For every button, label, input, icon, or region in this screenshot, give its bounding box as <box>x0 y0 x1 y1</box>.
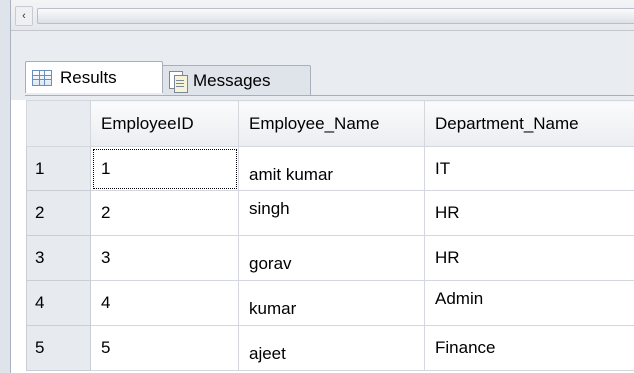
row-number[interactable]: 5 <box>26 325 91 371</box>
cell-text: Admin <box>435 289 484 308</box>
cell-text: ajeet <box>249 344 286 363</box>
table-row: 2 2 singh HR <box>26 190 634 236</box>
editor-left-edge <box>0 0 11 373</box>
tab-results-label: Results <box>60 67 117 87</box>
row-number[interactable]: 4 <box>26 280 91 326</box>
cell-employee-name[interactable]: kumar <box>238 280 425 326</box>
column-header-employee-name[interactable]: Employee_Name <box>238 100 425 147</box>
cell-employee-name[interactable]: ajeet <box>238 325 425 371</box>
tab-messages-label: Messages <box>193 70 271 90</box>
cell-employeeid[interactable]: 4 <box>90 280 239 326</box>
cell-text: kumar <box>249 299 297 318</box>
results-grid: EmployeeID Employee_Name Department_Name… <box>26 100 634 371</box>
cell-employeeid[interactable]: 3 <box>90 235 239 281</box>
horizontal-scrollbar[interactable]: ‹ <box>11 0 634 31</box>
cell-department-name[interactable]: IT <box>424 146 634 191</box>
tab-results[interactable]: Results <box>25 61 163 93</box>
grid-icon <box>32 69 52 86</box>
table-row: 3 3 gorav HR <box>26 235 634 281</box>
cell-employee-name[interactable]: gorav <box>238 235 425 281</box>
cell-employee-name[interactable]: amit kumar <box>238 146 425 191</box>
cell-employee-name[interactable]: singh <box>238 190 425 236</box>
cell-employeeid[interactable]: 5 <box>90 325 239 371</box>
cell-department-name[interactable]: HR <box>424 190 634 236</box>
result-tabs: Results Messages <box>11 31 634 100</box>
column-header-employeeid[interactable]: EmployeeID <box>90 100 239 147</box>
table-row: 4 4 kumar Admin <box>26 280 634 326</box>
scrollbar-thumb[interactable] <box>37 8 634 24</box>
grid-corner[interactable] <box>26 100 91 147</box>
cell-department-name[interactable]: Admin <box>424 280 634 326</box>
cell-employeeid[interactable]: 1 <box>90 146 239 191</box>
results-pane: ‹ Results Messages EmployeeID Employee_N… <box>0 0 634 373</box>
cell-text: gorav <box>249 254 292 273</box>
messages-icon <box>169 70 188 93</box>
cell-text: amit kumar <box>249 164 334 184</box>
scroll-left-arrow-icon[interactable]: ‹ <box>15 6 33 26</box>
table-row: 5 5 ajeet Finance <box>26 325 634 371</box>
header-row: EmployeeID Employee_Name Department_Name <box>26 100 634 147</box>
cell-department-name[interactable]: Finance <box>424 325 634 371</box>
column-header-department-name[interactable]: Department_Name <box>424 100 634 147</box>
cell-employeeid[interactable]: 2 <box>90 190 239 236</box>
table-row: 1 1 amit kumar IT <box>26 146 634 191</box>
row-number[interactable]: 3 <box>26 235 91 281</box>
tab-divider <box>25 95 634 96</box>
tab-messages[interactable]: Messages <box>163 65 311 95</box>
cell-text: singh <box>249 199 290 218</box>
cell-department-name[interactable]: HR <box>424 235 634 281</box>
row-number[interactable]: 2 <box>26 190 91 236</box>
row-number[interactable]: 1 <box>26 146 91 191</box>
